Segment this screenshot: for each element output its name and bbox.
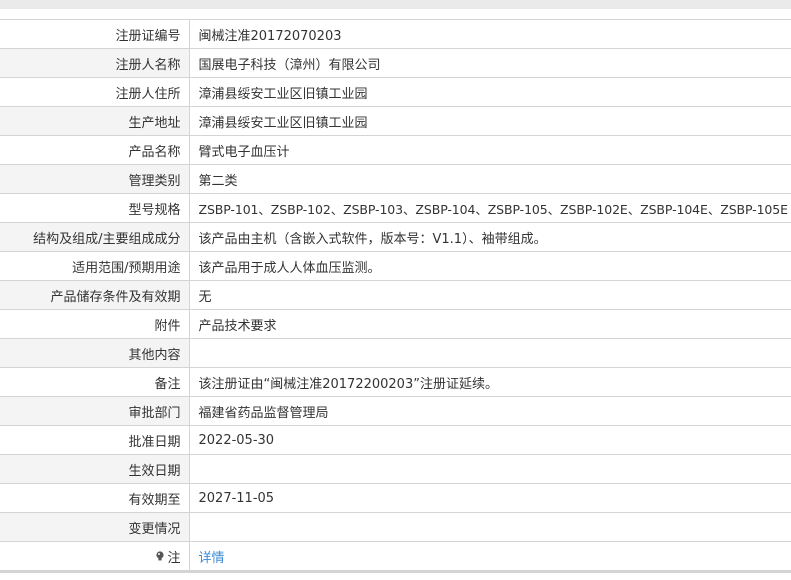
table-row-management-category: 管理类别 第二类 — [0, 164, 791, 194]
table-row-note: 注 详情 — [0, 541, 791, 571]
row-value: 2022-05-30 — [189, 425, 791, 455]
lightbulb-icon — [156, 551, 165, 561]
note-label-text: 注 — [167, 550, 181, 566]
table-row-valid-until: 有效期至 2027-11-05 — [0, 483, 791, 513]
row-label: 注册证编号 — [0, 19, 190, 49]
row-value: 国展电子科技（漳州）有限公司 — [189, 48, 791, 78]
table-row-other-content: 其他内容 — [0, 338, 791, 368]
row-label: 结构及组成/主要组成成分 — [0, 222, 190, 252]
note-value-cell: 详情 — [189, 541, 791, 571]
table-row-approval-date: 批准日期 2022-05-30 — [0, 425, 791, 455]
note-label: 注 — [155, 547, 181, 566]
row-value: 产品技术要求 — [189, 309, 791, 339]
top-gap — [0, 9, 791, 19]
row-label: 审批部门 — [0, 396, 190, 426]
row-value — [189, 512, 791, 542]
row-label: 生产地址 — [0, 106, 190, 136]
table-row-model-specs: 型号规格 ZSBP-101、ZSBP-102、ZSBP-103、ZSBP-104… — [0, 193, 791, 223]
row-label: 其他内容 — [0, 338, 190, 368]
table-row-registrant-name: 注册人名称 国展电子科技（漳州）有限公司 — [0, 48, 791, 78]
row-label: 适用范围/预期用途 — [0, 251, 190, 281]
row-value: 无 — [189, 280, 791, 310]
row-label: 注册人名称 — [0, 48, 190, 78]
table-row-storage-validity: 产品储存条件及有效期 无 — [0, 280, 791, 310]
table-row-intended-use: 适用范围/预期用途 该产品用于成人人体血压监测。 — [0, 251, 791, 281]
row-value: 福建省药品监督管理局 — [189, 396, 791, 426]
row-label: 产品名称 — [0, 135, 190, 165]
row-label: 备注 — [0, 367, 190, 397]
row-label: 管理类别 — [0, 164, 190, 194]
note-label-cell: 注 — [0, 541, 190, 571]
bottom-border — [0, 571, 791, 573]
row-value: ZSBP-101、ZSBP-102、ZSBP-103、ZSBP-104、ZSBP… — [189, 193, 791, 223]
table-row-remarks: 备注 该注册证由“闽械注准20172200203”注册证延续。 — [0, 367, 791, 397]
row-value — [189, 338, 791, 368]
table-row-change-status: 变更情况 — [0, 512, 791, 542]
details-link[interactable]: 详情 — [199, 551, 225, 566]
table-row-registrant-address: 注册人住所 漳浦县绥安工业区旧镇工业园 — [0, 77, 791, 107]
table-row-structure-composition: 结构及组成/主要组成成分 该产品由主机（含嵌入式软件，版本号：V1.1）、袖带组… — [0, 222, 791, 252]
row-label: 批准日期 — [0, 425, 190, 455]
row-label: 产品储存条件及有效期 — [0, 280, 190, 310]
row-value — [189, 454, 791, 484]
row-value: 该注册证由“闽械注准20172200203”注册证延续。 — [189, 367, 791, 397]
row-label: 生效日期 — [0, 454, 190, 484]
row-label: 变更情况 — [0, 512, 190, 542]
row-value: 2027-11-05 — [189, 483, 791, 513]
row-value: 该产品用于成人人体血压监测。 — [189, 251, 791, 281]
row-value: 闽械注准20172070203 — [189, 19, 791, 49]
row-label: 附件 — [0, 309, 190, 339]
row-value: 臂式电子血压计 — [189, 135, 791, 165]
table-row-product-name: 产品名称 臂式电子血压计 — [0, 135, 791, 165]
row-value: 该产品由主机（含嵌入式软件，版本号：V1.1）、袖带组成。 — [189, 222, 791, 252]
table-row-approval-department: 审批部门 福建省药品监督管理局 — [0, 396, 791, 426]
row-value: 漳浦县绥安工业区旧镇工业园 — [189, 77, 791, 107]
table-row-production-address: 生产地址 漳浦县绥安工业区旧镇工业园 — [0, 106, 791, 136]
row-label: 注册人住所 — [0, 77, 190, 107]
row-value: 漳浦县绥安工业区旧镇工业园 — [189, 106, 791, 136]
table-row-attachment: 附件 产品技术要求 — [0, 309, 791, 339]
row-value: 第二类 — [189, 164, 791, 194]
top-bar — [0, 0, 791, 9]
row-label: 有效期至 — [0, 483, 190, 513]
table-row-effective-date: 生效日期 — [0, 454, 791, 484]
row-label: 型号规格 — [0, 193, 190, 223]
table-row-registration-number: 注册证编号 闽械注准20172070203 — [0, 19, 791, 49]
registration-info-table: 注册证编号 闽械注准20172070203 注册人名称 国展电子科技（漳州）有限… — [0, 19, 791, 571]
